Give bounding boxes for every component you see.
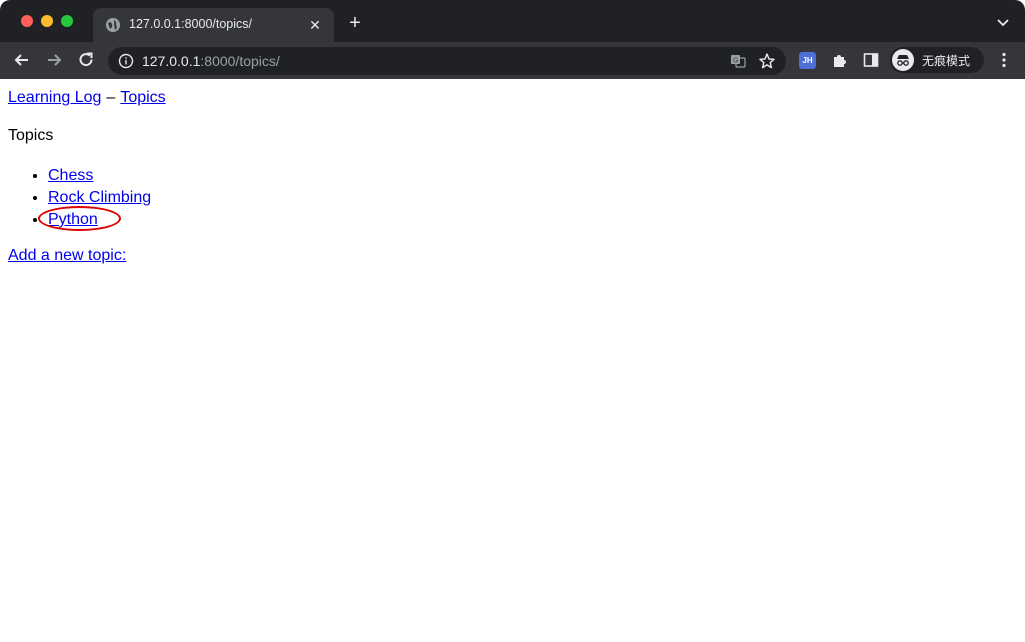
list-item: Python	[48, 209, 151, 231]
tab-title: 127.0.0.1:8000/topics/	[129, 17, 253, 31]
list-item: Rock Climbing	[48, 187, 151, 209]
kebab-menu-icon[interactable]	[996, 51, 1012, 69]
plus-icon[interactable]: +	[344, 12, 366, 34]
svg-text:G: G	[733, 58, 738, 65]
maximize-window-button[interactable]	[61, 15, 73, 27]
topic-link-python[interactable]: Python	[48, 211, 98, 228]
add-topic-row: Add a new topic:	[8, 247, 126, 265]
close-icon[interactable]: ✕	[306, 16, 324, 34]
globe-icon	[105, 17, 121, 33]
site-header: Learning Log – Topics	[8, 89, 166, 107]
page-title: Topics	[8, 127, 54, 144]
puzzle-icon[interactable]	[831, 51, 849, 69]
reload-icon[interactable]	[76, 50, 96, 70]
address-bar[interactable]: 127.0.0.1:8000/topics/ G	[108, 47, 786, 75]
active-tab[interactable]: 127.0.0.1:8000/topics/ ✕	[93, 8, 334, 42]
url-text[interactable]: 127.0.0.1:8000/topics/	[142, 53, 280, 69]
tab-strip: 127.0.0.1:8000/topics/ ✕ +	[0, 0, 1025, 42]
extension-jh-icon[interactable]: JH	[799, 52, 816, 69]
forward-arrow-icon[interactable]	[44, 50, 64, 70]
list-item: Chess	[48, 165, 151, 187]
browser-window: 127.0.0.1:8000/topics/ ✕ + 127.0.0.1:800…	[0, 0, 1025, 642]
topics-link[interactable]: Topics	[120, 89, 165, 106]
incognito-icon	[892, 49, 914, 71]
incognito-indicator[interactable]: 无痕模式	[890, 47, 984, 73]
info-icon[interactable]	[118, 53, 134, 69]
add-topic-link[interactable]: Add a new topic:	[8, 247, 126, 264]
translate-icon[interactable]: G	[730, 53, 746, 69]
star-icon[interactable]	[758, 52, 776, 70]
side-panel-icon[interactable]	[863, 52, 879, 68]
topic-list: Chess Rock Climbing Python	[8, 165, 151, 231]
chevron-down-icon[interactable]	[995, 14, 1011, 30]
incognito-label: 无痕模式	[922, 54, 971, 68]
back-arrow-icon[interactable]	[12, 50, 32, 70]
topic-link-rock-climbing[interactable]: Rock Climbing	[48, 189, 151, 206]
header-separator: –	[106, 89, 116, 106]
home-link[interactable]: Learning Log	[8, 89, 101, 106]
page-content: Learning Log–Topics Topics Chess Rock Cl…	[0, 79, 1025, 642]
topic-link-chess[interactable]: Chess	[48, 167, 93, 184]
minimize-window-button[interactable]	[41, 15, 53, 27]
close-window-button[interactable]	[21, 15, 33, 27]
